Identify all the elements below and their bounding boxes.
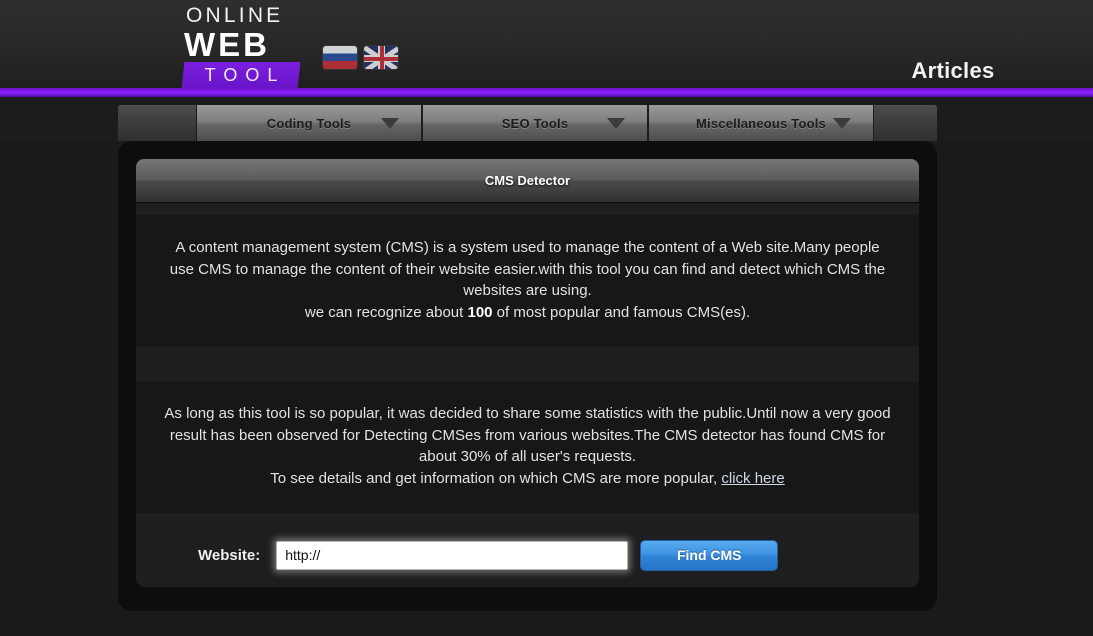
site-logo[interactable]: ONLINE WEB TOOL xyxy=(181,3,301,88)
panel-gap-top xyxy=(136,203,919,215)
logo-line-tool: TOOL xyxy=(204,65,286,85)
articles-link[interactable]: Articles xyxy=(813,58,1093,84)
purple-accent-bar xyxy=(0,88,1093,97)
intro-text-block: A content management system (CMS) is a s… xyxy=(136,215,919,347)
stats-link-prefix: To see details and get information on wh… xyxy=(270,469,722,487)
english-flag-icon[interactable] xyxy=(363,45,399,70)
chevron-down-icon xyxy=(833,118,851,129)
uk-cross-vertical-red xyxy=(379,46,384,69)
main-navigation: Coding Tools SEO Tools Miscellaneous Too… xyxy=(0,97,1093,141)
nav-label-miscellaneous-tools: Miscellaneous Tools xyxy=(696,115,826,131)
nav-label-coding-tools: Coding Tools xyxy=(266,115,352,131)
website-label: Website: xyxy=(198,546,261,564)
panel-gap-middle xyxy=(136,347,919,381)
panel-gap-bottom xyxy=(136,513,919,523)
stats-text-block: As long as this tool is so popular, it w… xyxy=(136,381,919,513)
nav-item-seo-tools[interactable]: SEO Tools xyxy=(422,105,648,141)
nav-item-coding-tools[interactable]: Coding Tools xyxy=(196,105,422,141)
page-body: CMS Detector A content management system… xyxy=(0,141,1093,611)
logo-line-online: ONLINE xyxy=(186,4,284,27)
chevron-down-icon xyxy=(381,118,399,129)
cms-count: 100 xyxy=(467,303,493,321)
intro-paragraph: A content management system (CMS) is a s… xyxy=(169,239,886,299)
nav-bar: Coding Tools SEO Tools Miscellaneous Too… xyxy=(118,105,937,141)
nav-item-miscellaneous-tools[interactable]: Miscellaneous Tools xyxy=(648,105,874,141)
language-switcher[interactable] xyxy=(322,45,399,70)
nav-right-cap xyxy=(874,105,937,141)
intro-count-prefix: we can recognize about xyxy=(304,303,468,321)
russian-flag-icon[interactable] xyxy=(322,45,358,70)
site-header: ONLINE WEB TOOL Articles xyxy=(0,0,1093,88)
cms-lookup-form: Website: Find CMS xyxy=(136,523,919,587)
nav-left-cap xyxy=(118,105,196,141)
chevron-down-icon xyxy=(607,118,625,129)
find-cms-button[interactable]: Find CMS xyxy=(640,539,779,571)
click-here-link[interactable]: click here xyxy=(721,470,784,487)
cms-detector-panel: CMS Detector A content management system… xyxy=(136,159,919,587)
panel-header: CMS Detector xyxy=(136,159,919,203)
page-title: CMS Detector xyxy=(484,173,571,188)
logo-line-tool-wrap: TOOL xyxy=(181,62,301,88)
website-input[interactable] xyxy=(276,540,629,570)
logo-line-web: WEB xyxy=(184,26,270,63)
content-outer-container: CMS Detector A content management system… xyxy=(118,141,937,611)
intro-count-suffix: of most popular and famous CMS(es). xyxy=(492,303,751,321)
nav-label-seo-tools: SEO Tools xyxy=(501,115,569,131)
stats-paragraph: As long as this tool is so popular, it w… xyxy=(164,405,891,465)
